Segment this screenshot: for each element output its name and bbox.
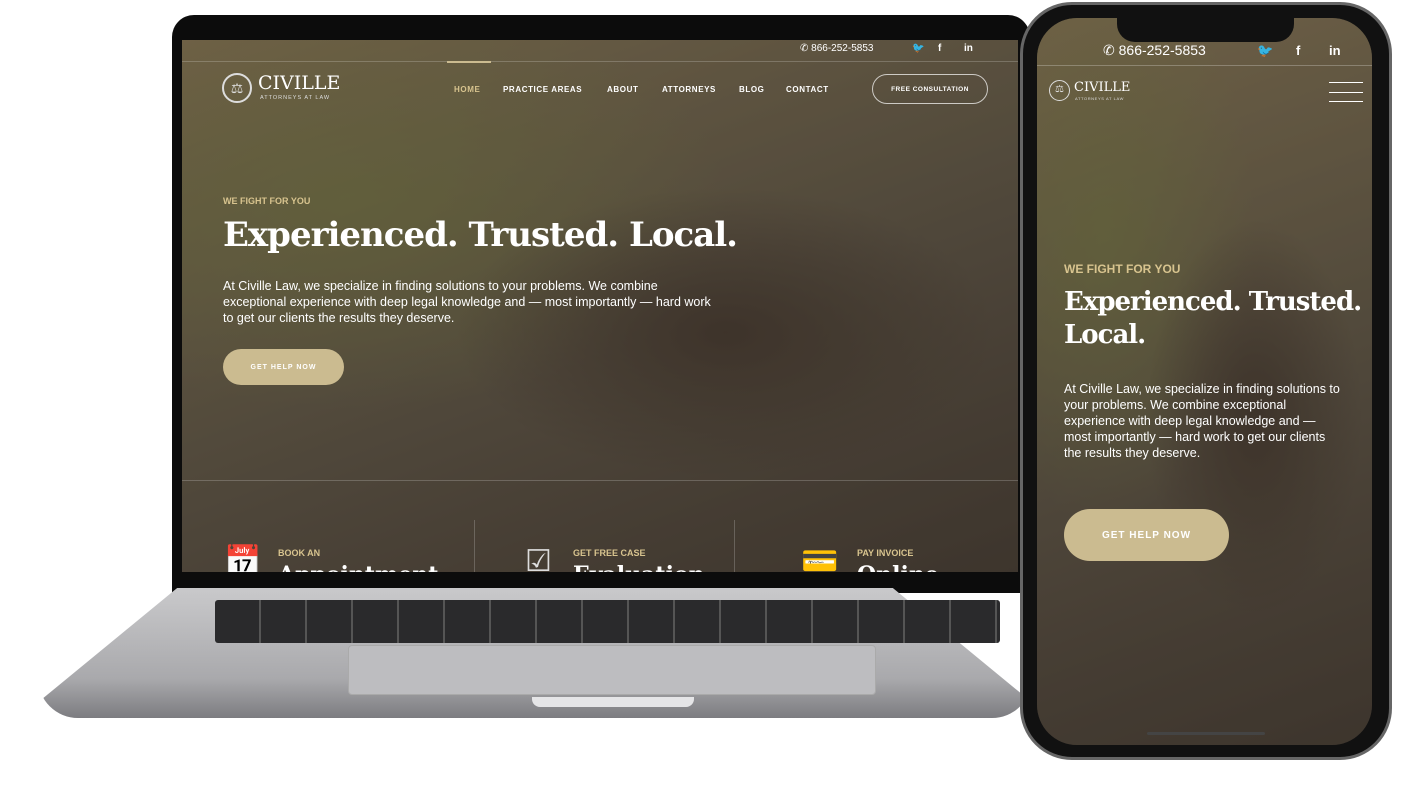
card-evaluation[interactable]: ☑ GET FREE CASE Evaluation	[474, 520, 734, 572]
hero-eyebrow: WE FIGHT FOR YOU	[1064, 262, 1181, 276]
hero-body: At Civille Law, we specialize in finding…	[1064, 382, 1340, 460]
hero-eyebrow: WE FIGHT FOR YOU	[223, 196, 311, 206]
card-online[interactable]: 💳 PAY INVOICE Online	[734, 520, 1018, 572]
hero-body: At Civille Law, we specialize in finding…	[223, 279, 711, 325]
laptop-hinge	[532, 697, 694, 707]
logo[interactable]: ⚖ CIVILLE ATTORNEYS AT LAW	[222, 72, 362, 105]
facebook-icon[interactable]: f	[1296, 43, 1300, 58]
scales-icon: ⚖	[222, 73, 252, 103]
keyboard	[215, 600, 1000, 643]
nav-contact[interactable]: CONTACT	[786, 85, 829, 94]
hamburger-menu-icon[interactable]	[1329, 82, 1363, 102]
credit-card-icon: 💳	[801, 545, 839, 572]
hero-title: Experienced. Trusted. Local.	[223, 215, 738, 255]
twitter-icon[interactable]: 🐦	[1257, 43, 1273, 59]
nav-practice-areas[interactable]: PRACTICE AREAS	[503, 85, 582, 94]
calendar-icon: 📅	[224, 545, 262, 572]
phone-number[interactable]: ✆ 866-252-5853	[800, 43, 873, 54]
nav-attorneys[interactable]: ATTORNEYS	[662, 85, 716, 94]
twitter-icon[interactable]: 🐦	[912, 43, 924, 54]
laptop-screen: ✆ 866-252-5853 🐦 f in ⚖ CIVILLE ATTORNEY…	[182, 40, 1018, 572]
home-indicator	[1147, 732, 1265, 735]
nav-home[interactable]: HOME	[454, 85, 480, 94]
scales-icon: ⚖	[1049, 80, 1070, 101]
logo[interactable]: ⚖ CIVILLE ATTORNEYS AT LAW	[1049, 80, 1149, 104]
checklist-icon: ☑	[525, 545, 552, 572]
phone-notch	[1117, 18, 1294, 42]
free-consultation-button[interactable]: FREE CONSULTATION	[872, 74, 988, 104]
phone-number[interactable]: ✆ 866-252-5853	[1103, 42, 1206, 59]
card-appointment[interactable]: 📅 BOOK AN Appointment	[182, 520, 474, 572]
phone-screen: ✆ 866-252-5853 🐦 f in ⚖ CIVILLE ATTORNEY…	[1037, 18, 1372, 745]
trackpad	[348, 645, 876, 695]
nav-about[interactable]: ABOUT	[607, 85, 638, 94]
linkedin-icon[interactable]: in	[1329, 43, 1341, 58]
facebook-icon[interactable]: f	[938, 43, 941, 54]
get-help-button[interactable]: GET HELP NOW	[1064, 509, 1229, 561]
nav-blog[interactable]: BLOG	[739, 85, 765, 94]
linkedin-icon[interactable]: in	[964, 43, 973, 54]
hero-title: Experienced. Trusted. Local.	[1064, 287, 1362, 350]
get-help-button[interactable]: GET HELP NOW	[223, 349, 344, 385]
